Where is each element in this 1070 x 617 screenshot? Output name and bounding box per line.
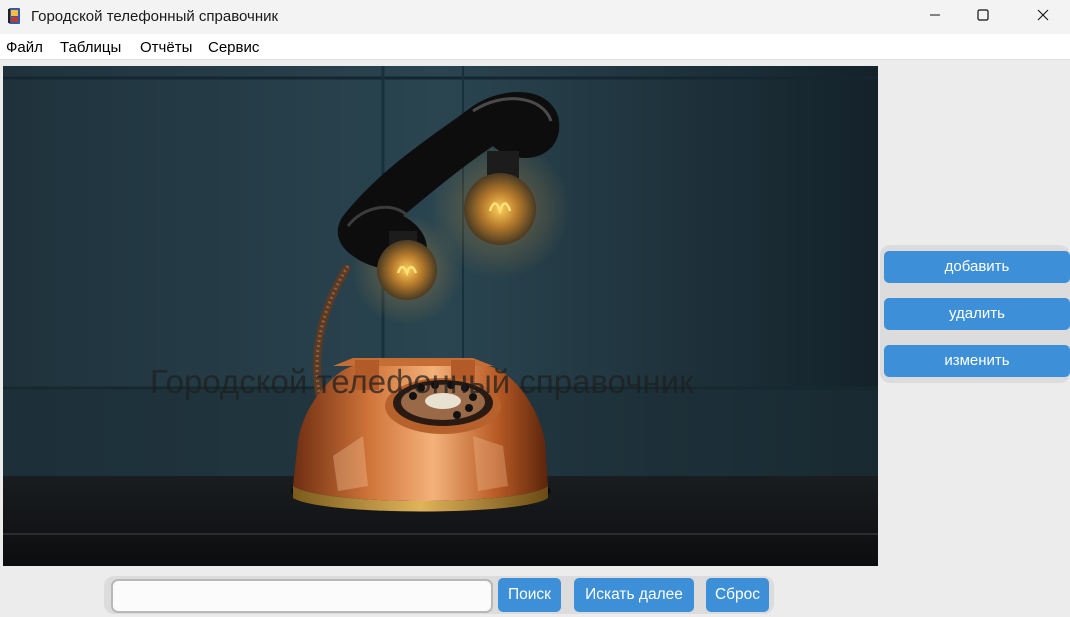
close-button[interactable] — [1020, 0, 1066, 34]
menu-service[interactable]: Сервис — [208, 39, 259, 56]
window-title: Городской телефонный справочник — [31, 8, 279, 25]
add-button[interactable]: добавить — [884, 251, 1070, 283]
minimize-button[interactable] — [912, 0, 958, 34]
search-next-button[interactable]: Искать далее — [574, 578, 694, 612]
phone-book-icon — [8, 7, 22, 25]
title-bar: Городской телефонный справочник — [0, 0, 1070, 34]
actions-panel: добавить удалить изменить — [880, 245, 1070, 383]
menu-file[interactable]: Файл — [6, 39, 43, 56]
overlay-title: Городской телефонный справочник — [150, 363, 694, 400]
reset-button[interactable]: Сброс — [706, 578, 769, 612]
maximize-button[interactable] — [960, 0, 1006, 34]
minimize-icon — [929, 8, 941, 26]
menu-reports[interactable]: Отчёты — [140, 39, 192, 56]
search-button[interactable]: Поиск — [498, 578, 561, 612]
background-photo: Городской телефонный справочник — [3, 66, 878, 566]
menu-bar: Файл Таблицы Отчёты Сервис — [0, 34, 1070, 60]
search-bar: Поиск Искать далее Сброс — [104, 576, 774, 614]
delete-button[interactable]: удалить — [884, 298, 1070, 330]
edit-button[interactable]: изменить — [884, 345, 1070, 377]
maximize-icon — [977, 8, 989, 26]
search-input[interactable] — [111, 579, 493, 613]
menu-tables[interactable]: Таблицы — [60, 39, 121, 56]
close-icon — [1037, 8, 1049, 26]
